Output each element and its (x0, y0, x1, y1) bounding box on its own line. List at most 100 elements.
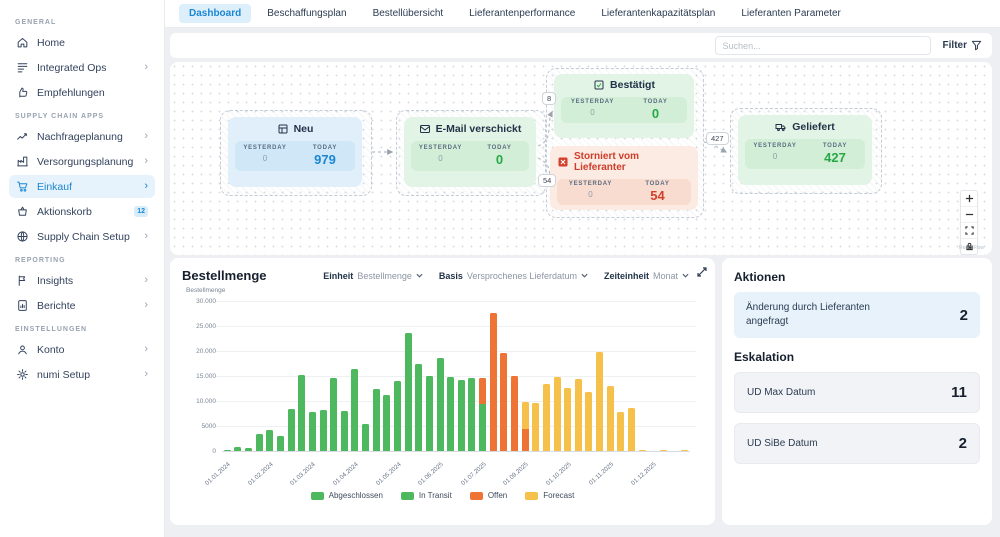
sidebar-item-insights[interactable]: Insights› (9, 269, 155, 292)
legend-item-abgeschlossen[interactable]: Abgeschlossen (311, 491, 383, 500)
chevron-right-icon: › (144, 131, 148, 142)
bar (320, 410, 327, 452)
bar (266, 430, 273, 451)
bar (426, 376, 433, 451)
bar (543, 384, 550, 451)
zoom-out-button[interactable] (961, 207, 977, 223)
berichte-icon (16, 299, 29, 312)
tab-bar: Dashboard Beschaffungsplan Bestellübersich… (165, 0, 1000, 28)
bar (224, 450, 231, 451)
flow-node-email-verschickt[interactable]: E-Mail verschickt YESTERDAY0 TODAY0 (404, 117, 536, 187)
x-tick-label: 01.09.2025 (502, 461, 530, 487)
escalation-item-ud-max-datum[interactable]: UD Max Datum 11 (734, 372, 980, 413)
tab-lieferanten-parameter[interactable]: Lieferanten Parameter (731, 4, 851, 23)
zoom-in-button[interactable] (961, 191, 977, 207)
action-item-count: 2 (960, 307, 968, 324)
flow-node-title: Geliefert (792, 121, 835, 133)
sidebar-item-numi-setup[interactable]: numi Setup› (9, 363, 155, 386)
sidebar-item-einkauf[interactable]: Einkauf› (9, 175, 155, 198)
bar-segment-offen (479, 378, 486, 404)
legend-swatch (470, 492, 483, 500)
y-tick-label: 25.000 (184, 323, 216, 330)
y-tick-label: 30.000 (184, 298, 216, 305)
flow-node-storniert[interactable]: Storniert vom Lieferanter YESTERDAY0 TOD… (550, 146, 698, 210)
sidebar-item-konto[interactable]: Konto› (9, 338, 155, 361)
legend-item-in_transit[interactable]: In Transit (401, 491, 452, 500)
search-toolbar: Filter (170, 33, 992, 58)
bar (617, 412, 624, 452)
today-value: 0 (470, 152, 529, 167)
search-input[interactable] (715, 36, 931, 55)
bar-segment-in_transit (320, 410, 327, 452)
insights-icon (16, 274, 29, 287)
y-tick-label: 10.000 (184, 398, 216, 405)
bar-segment-forecast (660, 450, 667, 451)
bar (383, 395, 390, 451)
versorgungsplanung-icon (16, 155, 29, 168)
bar (596, 352, 603, 452)
bar-segment-forecast (522, 402, 529, 429)
y-tick-label: 20.000 (184, 348, 216, 355)
bar (437, 358, 444, 451)
bar (309, 412, 316, 452)
bar (415, 364, 422, 451)
chevron-right-icon: › (144, 344, 148, 355)
sidebar-item-supply-chain-setup[interactable]: Supply Chain Setup› (9, 225, 155, 248)
integrated-ops-icon (16, 61, 29, 74)
sidebar-item-berichte[interactable]: Berichte› (9, 294, 155, 317)
bar (468, 378, 475, 451)
sidebar-item-home[interactable]: Home (9, 31, 155, 54)
bar (585, 392, 592, 451)
fit-view-button[interactable] (961, 223, 977, 239)
sidebar-item-versorgungsplanung[interactable]: Versorgungsplanung› (9, 150, 155, 173)
escalation-item-label: UD Max Datum (747, 387, 815, 398)
bar (628, 408, 635, 451)
bar (564, 388, 571, 451)
escalation-item-ud-sibe-datum[interactable]: UD SiBe Datum 2 (734, 423, 980, 464)
bar (373, 389, 380, 451)
flow-node-neu[interactable]: Neu YESTERDAY0 TODAY979 (228, 117, 362, 187)
reactflow-attribution: React Flow (959, 245, 984, 251)
numi-setup-icon (16, 368, 29, 381)
expand-chart-icon[interactable] (697, 264, 707, 282)
chart-control-basis[interactable]: BasisVersprochenes Lieferdatum (439, 271, 588, 281)
bar-segment-forecast (543, 384, 550, 451)
tab-bestell-bersicht[interactable]: Bestellübersicht (363, 4, 454, 23)
bar-segment-offen (500, 353, 507, 451)
yesterday-value: 0 (561, 108, 624, 117)
bar-segment-in_transit (405, 333, 412, 451)
escalation-item-count: 2 (959, 435, 967, 452)
tab-lieferantenkapazit-tsplan[interactable]: Lieferantenkapazitätsplan (591, 4, 725, 23)
bar (341, 411, 348, 452)
sidebar-item-integrated-ops[interactable]: Integrated Ops› (9, 56, 155, 79)
legend-item-forecast[interactable]: Forecast (525, 491, 574, 500)
sidebar-item-nachfrageplanung[interactable]: Nachfrageplanung› (9, 125, 155, 148)
flow-node-bestaetigt[interactable]: Bestätigt YESTERDAY0 TODAY0 (554, 74, 694, 138)
tab-beschaffungsplan[interactable]: Beschaffungsplan (257, 4, 356, 23)
chart-control-zeiteinheit[interactable]: ZeiteinheitMonat (604, 271, 689, 281)
legend-item-offen[interactable]: Offen (470, 491, 507, 500)
bar-segment-forecast (554, 377, 561, 452)
bar (362, 424, 369, 452)
x-tick-label: 01.11.2025 (588, 461, 615, 487)
gridline (216, 351, 696, 352)
sidebar-item-label: Versorgungsplanung (37, 156, 133, 168)
sidebar-item-empfehlungen[interactable]: Empfehlungen (9, 81, 155, 104)
sidebar-item-aktionskorb[interactable]: Aktionskorb12 (9, 200, 155, 223)
bar-segment-in_transit (351, 369, 358, 451)
bar-segment-in_transit (394, 381, 401, 452)
tab-lieferantenperformance[interactable]: Lieferantenperformance (459, 4, 585, 23)
chart-area: Bestellmenge 30.00025.00020.00015.00010.… (182, 287, 703, 485)
chevron-right-icon: › (144, 62, 148, 73)
bar-segment-offen (490, 313, 497, 451)
funnel-icon (971, 40, 982, 51)
filter-button[interactable]: Filter (943, 40, 982, 51)
flow-node-title: Bestätigt (610, 79, 655, 91)
yesterday-value: 0 (745, 152, 805, 161)
action-item-aenderung[interactable]: Änderung durch Lieferanten angefragt 2 (734, 292, 980, 338)
tab-dashboard[interactable]: Dashboard (179, 4, 251, 23)
flow-node-geliefert[interactable]: Geliefert YESTERDAY0 TODAY427 (738, 115, 872, 185)
bar-segment-abgeschlossen (256, 434, 263, 452)
chart-control-einheit[interactable]: EinheitBestellmenge (323, 271, 423, 281)
nachfrageplanung-icon (16, 130, 29, 143)
